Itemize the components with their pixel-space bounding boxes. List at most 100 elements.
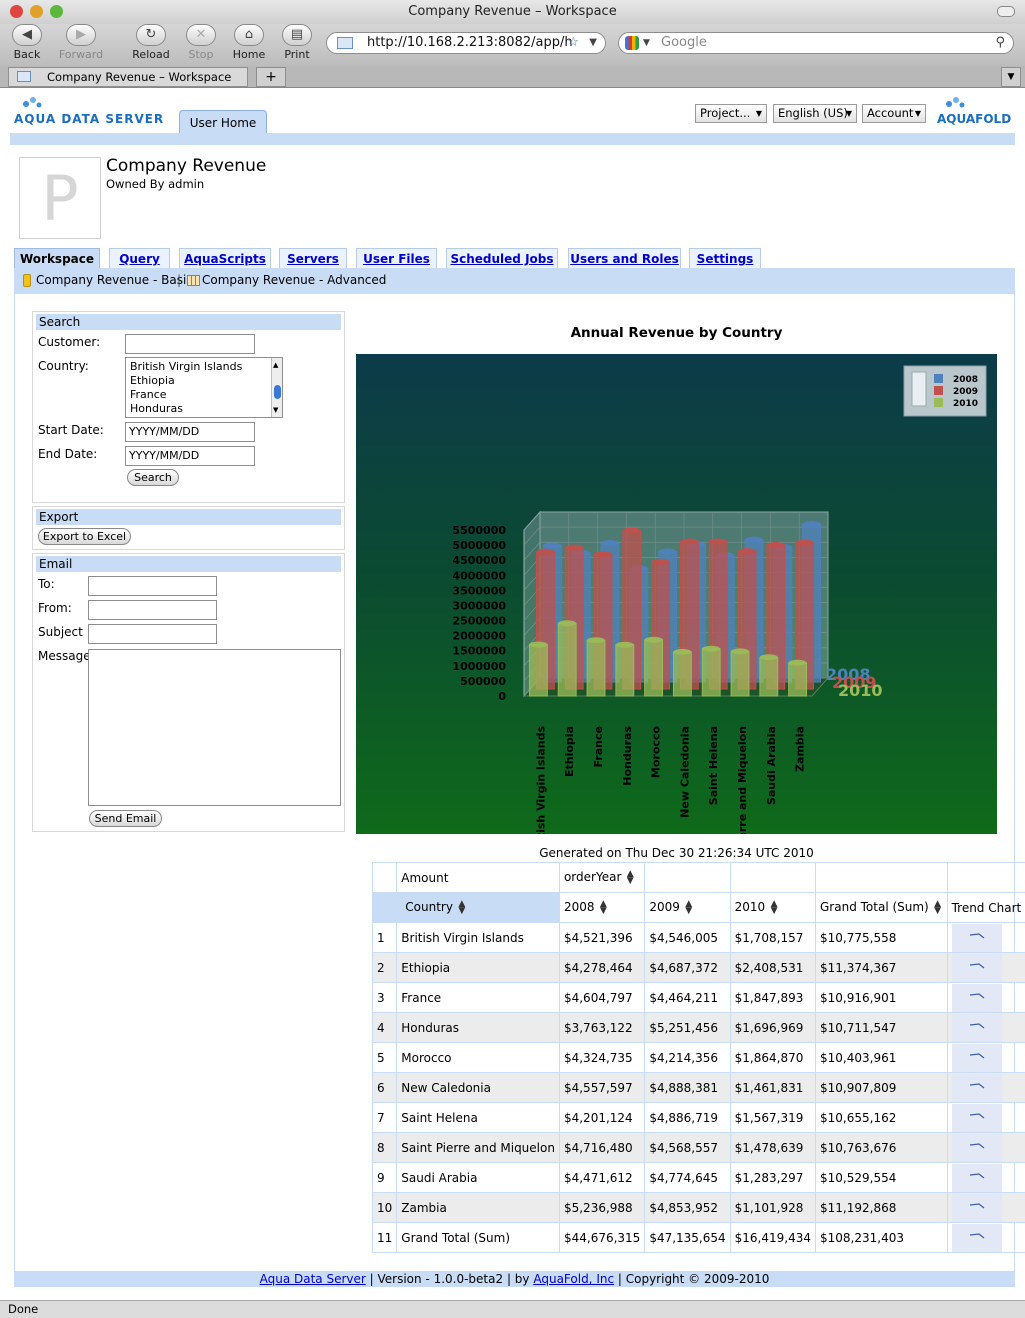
- start-date-input[interactable]: YYYY/MM/DD: [125, 422, 255, 442]
- trend-sparkline-icon[interactable]: [951, 1193, 1002, 1222]
- trend-chart-cell[interactable]: [946, 982, 1025, 1013]
- list-item[interactable]: Ethiopia: [130, 374, 282, 388]
- trend-chart-cell[interactable]: [946, 1102, 1025, 1133]
- trend-chart-cell[interactable]: [946, 952, 1025, 983]
- country-multiselect[interactable]: British Virgin Islands Ethiopia France H…: [125, 357, 283, 418]
- language-menu[interactable]: English (US) ▼: [773, 104, 857, 123]
- search-engine-dropdown-icon[interactable]: ▼: [643, 33, 650, 53]
- trend-sparkline-icon[interactable]: [951, 1103, 1002, 1132]
- tab-user-files[interactable]: User Files: [356, 248, 437, 269]
- home-button[interactable]: ⌂ Home: [224, 24, 274, 64]
- trend-chart-cell[interactable]: [946, 1192, 1025, 1223]
- end-date-input[interactable]: YYYY/MM/DD: [125, 446, 255, 466]
- subnav-basic[interactable]: Company Revenue - Basic: [36, 268, 193, 292]
- customer-input[interactable]: [125, 334, 255, 354]
- trend-sparkline-icon[interactable]: [951, 923, 1002, 952]
- trend-chart-cell[interactable]: [946, 1222, 1025, 1253]
- aqua-data-server-link[interactable]: Aqua Data Server: [260, 1272, 366, 1286]
- email-to-field[interactable]: [88, 576, 217, 596]
- export-to-excel-button[interactable]: Export to Excel: [38, 528, 131, 545]
- pivot-col-field[interactable]: orderYear ▲ ▼: [558, 862, 646, 893]
- bar-top: [673, 648, 692, 655]
- reload-button[interactable]: ↻ Reload: [126, 24, 176, 64]
- zoom-window-icon[interactable]: [50, 5, 63, 18]
- y-tick-label: 2500000: [452, 615, 506, 628]
- search-bar[interactable]: ▼ Google ⚲: [618, 32, 1014, 54]
- aquafold-link[interactable]: AquaFold, Inc: [533, 1272, 614, 1286]
- url-dropdown-icon[interactable]: ▼: [589, 33, 597, 53]
- trend-chart-cell[interactable]: [946, 922, 1025, 953]
- column-header-2008[interactable]: 2008 ▲ ▼: [558, 892, 646, 923]
- subnav-advanced[interactable]: Company Revenue - Advanced: [202, 268, 386, 292]
- column-header-grand-total[interactable]: Grand Total (Sum) ▲ ▼: [815, 892, 948, 923]
- browser-tab[interactable]: Company Revenue – Workspace: [8, 67, 248, 87]
- tab-servers[interactable]: Servers: [279, 248, 347, 269]
- chart-generated-time: Generated on Thu Dec 30 21:26:34 UTC 201…: [539, 846, 814, 860]
- email-subject-field[interactable]: [88, 624, 217, 644]
- scrollbar-thumb[interactable]: [274, 385, 281, 399]
- scroll-up-icon[interactable]: ▲: [273, 358, 278, 372]
- tab-scheduled-jobs[interactable]: Scheduled Jobs: [446, 248, 558, 269]
- bookmark-star-icon[interactable]: ☆: [567, 33, 579, 53]
- pivot-empty-cell: [946, 862, 1025, 893]
- cylinder-icon: [23, 274, 31, 287]
- trend-sparkline-icon[interactable]: [951, 1223, 1002, 1252]
- column-header-2010[interactable]: 2010 ▲ ▼: [729, 892, 817, 923]
- trend-sparkline-icon[interactable]: [951, 1073, 1002, 1102]
- trend-chart-cell[interactable]: [946, 1072, 1025, 1103]
- trend-chart-cell[interactable]: [946, 1012, 1025, 1043]
- sort-icon[interactable]: ▲ ▼: [769, 899, 779, 915]
- tab-list-button[interactable]: ▼: [1001, 67, 1021, 87]
- email-from-field[interactable]: [88, 600, 217, 620]
- list-item[interactable]: Honduras: [130, 402, 282, 416]
- trend-chart-cell[interactable]: [946, 1042, 1025, 1073]
- trend-chart-cell[interactable]: [946, 1162, 1025, 1193]
- trend-sparkline-icon[interactable]: [951, 1043, 1002, 1072]
- trend-sparkline-icon[interactable]: [951, 1163, 1002, 1192]
- toolbar-toggle-icon[interactable]: [997, 6, 1015, 17]
- minimize-window-icon[interactable]: [30, 5, 43, 18]
- trend-sparkline-icon[interactable]: [951, 953, 1002, 982]
- send-email-button[interactable]: Send Email: [89, 810, 162, 827]
- sort-icon[interactable]: ▲ ▼: [625, 869, 635, 885]
- close-window-icon[interactable]: [10, 5, 23, 18]
- trend-sparkline-icon[interactable]: [951, 1013, 1002, 1042]
- search-icon[interactable]: ⚲: [995, 33, 1005, 53]
- sort-icon[interactable]: ▲ ▼: [933, 899, 943, 915]
- forward-button[interactable]: ▶ Forward: [56, 24, 106, 64]
- back-button[interactable]: ◀ Back: [2, 24, 52, 64]
- trend-sparkline-icon[interactable]: [951, 1133, 1002, 1162]
- new-tab-button[interactable]: +: [256, 67, 286, 87]
- legend-bar-icon: [911, 371, 927, 407]
- row-number: 7: [371, 1102, 398, 1133]
- row-number: 9: [371, 1162, 398, 1193]
- print-button[interactable]: ▤ Print: [272, 24, 322, 64]
- list-item[interactable]: France: [130, 388, 282, 402]
- tab-workspace[interactable]: Workspace: [14, 248, 100, 269]
- sort-icon[interactable]: ▲ ▼: [598, 899, 608, 915]
- country-scrollbar[interactable]: ▲ ▼: [271, 358, 282, 417]
- project-menu[interactable]: Project... ▼: [695, 104, 767, 123]
- scroll-down-icon[interactable]: ▼: [273, 403, 278, 417]
- pivot-empty-cell: [815, 862, 948, 893]
- sort-icon[interactable]: ▲ ▼: [457, 899, 467, 915]
- tab-aquascripts[interactable]: AquaScripts: [179, 248, 271, 269]
- trend-sparkline-icon[interactable]: [951, 983, 1002, 1012]
- address-bar[interactable]: http://10.168.2.213:8082/app/h ☆ ▼: [326, 32, 606, 54]
- stop-button[interactable]: ✕ Stop: [176, 24, 226, 64]
- column-header-2009[interactable]: 2009 ▲ ▼: [644, 892, 731, 923]
- sort-icon[interactable]: ▲ ▼: [684, 899, 694, 915]
- tab-query[interactable]: Query: [109, 248, 170, 269]
- tab-users-and-roles[interactable]: Users and Roles: [568, 248, 681, 269]
- tab-user-home[interactable]: User Home: [179, 110, 267, 134]
- email-message-textarea[interactable]: [88, 649, 341, 806]
- y-tick-label: 2000000: [452, 630, 506, 643]
- forward-arrow-icon: ▶: [66, 24, 96, 46]
- tab-settings[interactable]: Settings: [689, 248, 761, 269]
- account-menu[interactable]: Account ▼: [862, 104, 926, 123]
- trend-chart-cell[interactable]: [946, 1132, 1025, 1163]
- bar-top: [558, 620, 577, 627]
- list-item[interactable]: British Virgin Islands: [130, 360, 282, 374]
- pivot-row-field[interactable]: Country ▲ ▼: [396, 892, 560, 923]
- search-button[interactable]: Search: [127, 469, 179, 486]
